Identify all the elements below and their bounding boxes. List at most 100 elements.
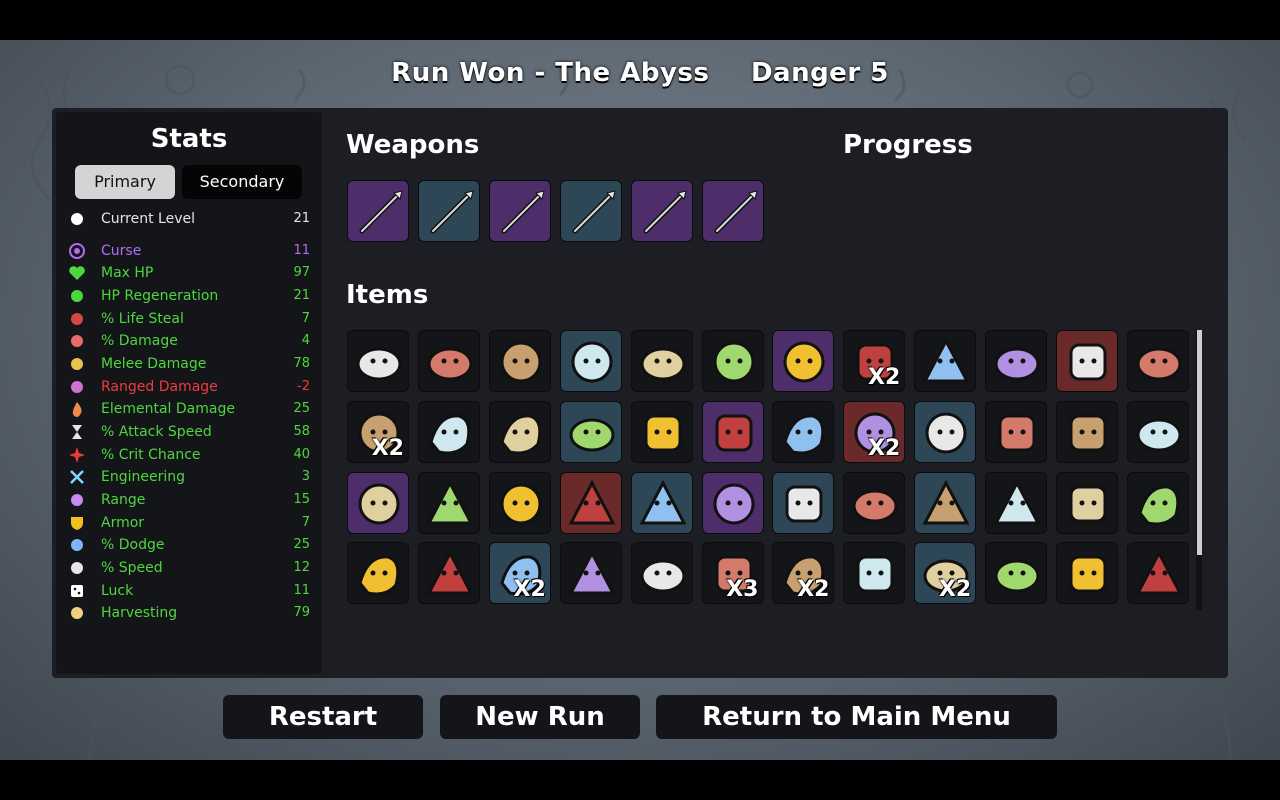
bee-icon [640, 559, 686, 593]
item-slot[interactable] [985, 542, 1048, 604]
spear-icon [714, 190, 758, 234]
item-slot[interactable]: X2 [347, 401, 409, 463]
item-slot[interactable] [843, 472, 906, 534]
item-slot[interactable] [985, 401, 1048, 463]
item-slot[interactable] [985, 472, 1048, 534]
main-menu-button[interactable]: Return to Main Menu [656, 695, 1057, 739]
landmine-icon [994, 559, 1040, 593]
item-slot[interactable] [1056, 401, 1118, 463]
damage-icon [71, 335, 83, 347]
stat-row[interactable]: Melee Damage 78 [68, 354, 310, 374]
stat-value: 7 [301, 515, 310, 530]
lifesteal-icon [71, 313, 83, 325]
stat-row[interactable]: Engineering 3 [68, 467, 310, 487]
item-slot[interactable] [914, 330, 977, 392]
weapon-slot[interactable] [702, 180, 764, 242]
stat-row[interactable]: Curse 11 [68, 241, 310, 261]
items-scrollbar-thumb[interactable] [1197, 330, 1202, 555]
stat-row[interactable]: % Dodge 25 [68, 535, 310, 555]
weapon-slot[interactable] [347, 180, 409, 242]
item-slot[interactable] [417, 472, 480, 534]
item-slot[interactable] [1056, 472, 1118, 534]
stat-row[interactable]: Armor 7 [68, 513, 310, 533]
item-slot[interactable] [701, 472, 764, 534]
item-slot[interactable] [488, 472, 551, 534]
bottle-icon [715, 414, 752, 452]
item-slot[interactable] [559, 542, 622, 604]
item-slot[interactable] [347, 472, 409, 534]
weapon-slot[interactable] [560, 180, 622, 242]
item-slot[interactable] [985, 330, 1048, 392]
item-slot[interactable] [914, 401, 977, 463]
melee-icon [71, 358, 83, 370]
item-slot[interactable] [843, 542, 906, 604]
item-slot[interactable] [630, 330, 693, 392]
item-slot[interactable] [1126, 330, 1189, 392]
item-slot[interactable] [772, 472, 835, 534]
spear-icon [359, 190, 403, 234]
item-slot[interactable] [347, 330, 409, 392]
restart-button[interactable]: Restart [223, 695, 423, 739]
stat-row[interactable]: Current Level 21 [68, 209, 310, 229]
weapon-slot[interactable] [631, 180, 693, 242]
item-slot[interactable] [630, 542, 693, 604]
boxing-glove-icon [426, 479, 474, 525]
stat-row[interactable]: Ranged Damage -2 [68, 377, 310, 397]
stat-row[interactable]: Luck 11 [68, 581, 310, 601]
stat-label: Ranged Damage [101, 379, 218, 395]
stat-row[interactable]: Harvesting 79 [68, 603, 310, 623]
item-slot[interactable] [559, 330, 622, 392]
stat-row[interactable]: % Damage 4 [68, 331, 310, 351]
item-slot[interactable] [559, 401, 622, 463]
tooth-icon [500, 483, 542, 525]
item-slot[interactable]: X3 [701, 542, 764, 604]
tab-primary[interactable]: Primary [75, 165, 175, 199]
item-slot[interactable] [417, 330, 480, 392]
item-slot[interactable]: X2 [843, 401, 906, 463]
item-slot[interactable] [488, 401, 551, 463]
item-slot[interactable] [1126, 542, 1189, 604]
run-result-title: Run Won - The Abyss [391, 58, 710, 88]
item-slot[interactable] [701, 330, 764, 392]
stat-row[interactable]: Max HP 97 [68, 263, 310, 283]
weapon-slot[interactable] [418, 180, 480, 242]
item-slot[interactable] [630, 472, 693, 534]
slime-stack-icon [856, 555, 894, 593]
weapon-slot[interactable] [489, 180, 551, 242]
item-slot[interactable]: X2 [914, 542, 977, 604]
item-slot[interactable] [772, 330, 835, 392]
item-slot[interactable]: X2 [843, 330, 906, 392]
stat-row[interactable]: % Speed 12 [68, 558, 310, 578]
item-slot[interactable] [488, 330, 551, 392]
level-icon [71, 213, 83, 225]
item-slot[interactable] [772, 401, 835, 463]
stat-row[interactable]: Range 15 [68, 490, 310, 510]
stat-row[interactable]: % Crit Chance 40 [68, 445, 310, 465]
item-slot[interactable]: X2 [772, 542, 835, 604]
item-slot[interactable] [1126, 472, 1189, 534]
item-slot[interactable] [1056, 330, 1118, 392]
palm-tree-icon [1138, 485, 1180, 526]
stat-row[interactable]: % Life Steal 7 [68, 309, 310, 329]
item-slot[interactable] [1056, 542, 1118, 604]
eyes-icon [500, 414, 542, 455]
tab-secondary[interactable]: Secondary [182, 165, 302, 199]
stat-row[interactable]: Elemental Damage 25 [68, 399, 310, 419]
propeller-hat-icon [1136, 418, 1182, 452]
stat-row[interactable]: HP Regeneration 21 [68, 286, 310, 306]
danger-level: Danger 5 [750, 58, 889, 88]
item-slot[interactable] [417, 542, 480, 604]
new-run-button[interactable]: New Run [440, 695, 640, 739]
stat-row[interactable]: % Attack Speed 58 [68, 422, 310, 442]
item-slot[interactable] [417, 401, 480, 463]
spear-icon [430, 190, 474, 234]
item-slot[interactable]: X2 [488, 542, 551, 604]
item-slot[interactable] [630, 401, 693, 463]
stat-value: 11 [293, 583, 310, 598]
item-slot[interactable] [347, 542, 409, 604]
item-slot[interactable] [701, 401, 764, 463]
item-slot[interactable] [914, 472, 977, 534]
item-slot[interactable] [559, 472, 622, 534]
item-slot[interactable] [1126, 401, 1189, 463]
stat-value: 21 [293, 211, 310, 226]
